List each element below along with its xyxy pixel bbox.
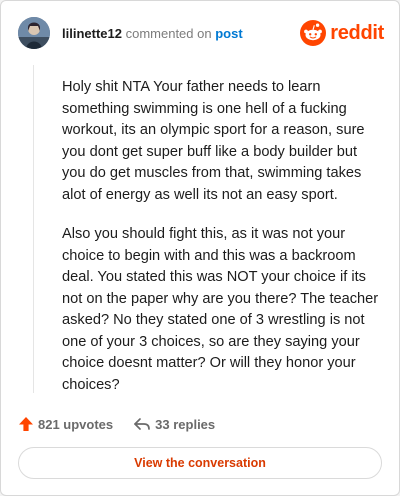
view-conversation-label: View the conversation — [134, 456, 266, 470]
comment-paragraph-2: Also you should fight this, as it was no… — [62, 226, 379, 393]
comment-body: Holy shit NTA Your father needs to learn… — [62, 77, 382, 414]
reddit-wordmark: reddit — [330, 21, 384, 44]
commented-on-text: commented on — [125, 26, 212, 41]
reddit-logo[interactable]: reddit — [300, 19, 384, 47]
comment-card: lilinette12 commented on post reddit Hol… — [0, 0, 400, 496]
upvote-count: 821 upvotes — [38, 416, 114, 432]
replies-button[interactable]: 33 replies — [133, 416, 215, 432]
comment-paragraph-1: Holy shit NTA Your father needs to learn… — [62, 79, 365, 203]
user-avatar[interactable] — [18, 17, 50, 49]
comment-meta: lilinette12 commented on post — [62, 26, 243, 42]
view-conversation-button[interactable]: View the conversation — [18, 447, 382, 479]
reddit-snoo-icon — [300, 20, 327, 46]
reply-arrow-icon — [134, 418, 151, 430]
comment-header: lilinette12 commented on post reddit — [18, 17, 384, 51]
thread-line — [33, 65, 34, 393]
username-link[interactable]: lilinette12 — [62, 26, 122, 41]
comment-actions: 821 upvotes 33 replies — [18, 414, 215, 434]
upvote-button[interactable]: 821 upvotes — [18, 416, 113, 432]
reply-count: 33 replies — [155, 416, 216, 432]
upvote-arrow-icon — [19, 417, 33, 431]
post-link[interactable]: post — [215, 26, 242, 41]
